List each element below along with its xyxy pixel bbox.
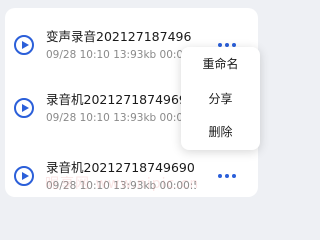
share-menu-item[interactable]: 分享 [181,92,260,106]
play-icon[interactable] [14,35,34,55]
watermark: 昵享网 www.nipic.cn [45,176,200,192]
recording-meta: 09/28 10:10 13:93kb 00:00:5 [46,112,196,124]
context-menu: 重命名 分享 删除 [181,47,260,150]
recording-title: 变声录音202127187496 [46,29,192,44]
delete-menu-item[interactable]: 删除 [181,125,260,139]
rename-menu-item[interactable]: 重命名 [181,57,260,71]
more-options-icon[interactable] [215,171,239,181]
recording-title: 录音机20212718749690 [46,92,195,107]
play-icon[interactable] [14,98,34,118]
recording-meta: 09/28 10:10 13:93kb 00:00:5 [46,49,196,61]
play-icon[interactable] [14,166,34,186]
